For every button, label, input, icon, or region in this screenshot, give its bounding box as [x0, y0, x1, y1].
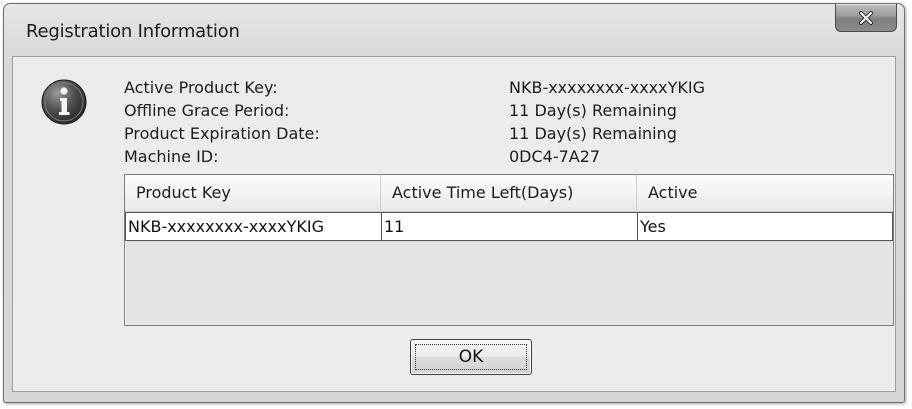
cell-active-time-left[interactable]: 11	[381, 212, 637, 240]
column-header-active[interactable]: Active	[637, 175, 893, 211]
info-icon	[41, 79, 87, 125]
product-expiration-date-label: Product Expiration Date:	[124, 124, 320, 143]
product-expiration-date-value: 11 Day(s) Remaining	[509, 124, 677, 143]
offline-grace-period-value: 11 Day(s) Remaining	[509, 101, 677, 120]
table-row[interactable]: NKB-xxxxxxxx-xxxxYKIG 11 Yes	[125, 212, 893, 241]
ok-button-label: OK	[458, 347, 484, 367]
cell-active[interactable]: Yes	[637, 212, 893, 240]
machine-id-label: Machine ID:	[124, 147, 219, 166]
column-header-product-key[interactable]: Product Key	[125, 175, 381, 211]
close-button[interactable]	[835, 4, 897, 32]
table-header: Product Key Active Time Left(Days) Activ…	[125, 175, 893, 212]
close-icon	[859, 10, 873, 25]
machine-id-value: 0DC4-7A27	[509, 147, 601, 166]
active-product-key-value: NKB-xxxxxxxx-xxxxYKIG	[509, 78, 705, 97]
column-header-active-time-left[interactable]: Active Time Left(Days)	[381, 175, 637, 211]
window-title: Registration Information	[26, 21, 240, 42]
product-key-table[interactable]: Product Key Active Time Left(Days) Activ…	[124, 174, 894, 326]
registration-dialog: Registration Information Active Product …	[3, 3, 905, 403]
active-product-key-label: Active Product Key:	[124, 78, 278, 97]
offline-grace-period-label: Offline Grace Period:	[124, 101, 290, 120]
cell-product-key[interactable]: NKB-xxxxxxxx-xxxxYKIG	[125, 212, 381, 240]
ok-button[interactable]: OK	[410, 339, 532, 375]
dialog-body: Active Product Key: NKB-xxxxxxxx-xxxxYKI…	[12, 56, 896, 392]
